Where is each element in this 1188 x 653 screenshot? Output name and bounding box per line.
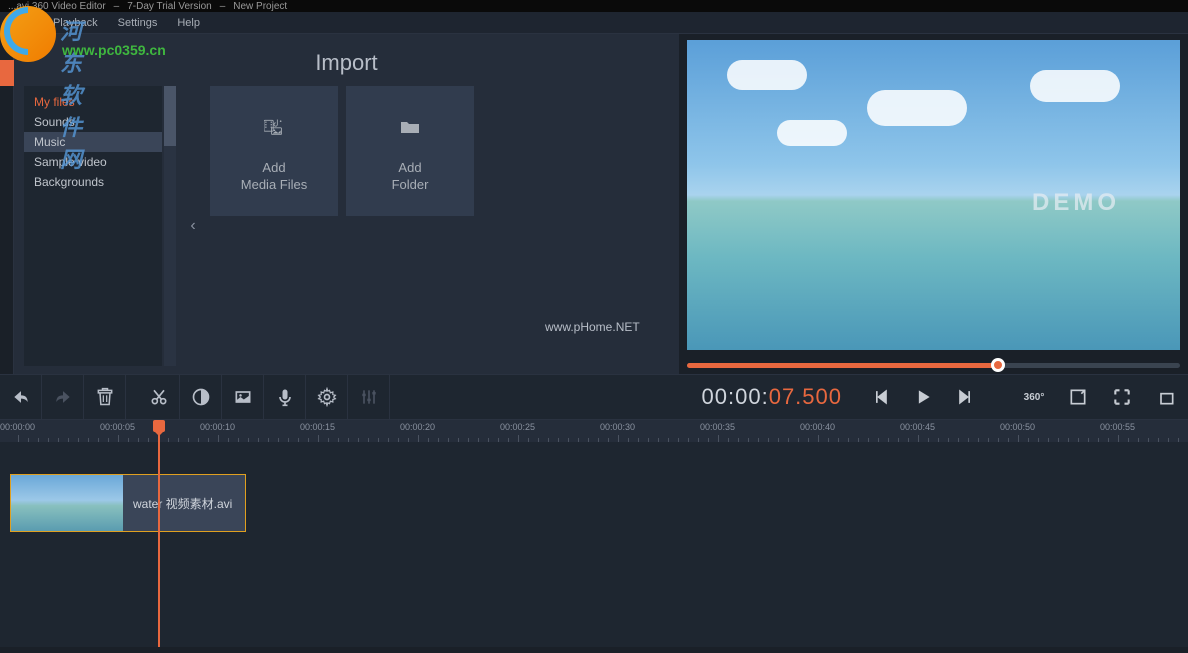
- center-watermark: www.pHome.NET: [545, 320, 640, 334]
- playhead[interactable]: [158, 420, 160, 647]
- demo-watermark: DEMO: [1032, 189, 1120, 217]
- add-folder-tile[interactable]: Add Folder: [346, 86, 474, 216]
- ruler-label: 00:00:50: [1000, 422, 1035, 432]
- ruler-label: 00:00:25: [500, 422, 535, 432]
- clip-name: water 视频素材.avi: [123, 475, 245, 531]
- ruler-label: 00:00:45: [900, 422, 935, 432]
- time-display: 00:00:07.500: [690, 384, 854, 410]
- add-media-files-label: Add Media Files: [241, 160, 307, 194]
- crop-button[interactable]: [222, 375, 264, 419]
- ruler-label: 00:00:10: [200, 422, 235, 432]
- color-adjust-button[interactable]: [180, 375, 222, 419]
- folder-icon: [387, 108, 433, 146]
- title-bar: ...avi 360 Video Editor – 7-Day Trial Ve…: [0, 0, 1188, 12]
- equalizer-button[interactable]: [348, 375, 390, 419]
- category-my-files[interactable]: My files: [24, 92, 162, 112]
- chevron-left-icon: ‹: [190, 217, 195, 235]
- collapse-handle[interactable]: ‹: [186, 86, 200, 366]
- redo-button[interactable]: [42, 375, 84, 419]
- cut-button[interactable]: [138, 375, 180, 419]
- undo-button[interactable]: [0, 375, 42, 419]
- category-sounds[interactable]: Sounds: [24, 112, 162, 132]
- ruler-label: 00:00:40: [800, 422, 835, 432]
- trial-label: 7-Day Trial Version: [127, 1, 211, 12]
- preview-video[interactable]: DEMO: [687, 40, 1180, 350]
- left-toolbar: [0, 34, 14, 374]
- next-button[interactable]: [944, 375, 986, 419]
- category-sample-video[interactable]: Sample video: [24, 152, 162, 172]
- timeline[interactable]: water 视频素材.avi: [0, 442, 1188, 647]
- category-backgrounds[interactable]: Backgrounds: [24, 172, 162, 192]
- add-media-files-tile[interactable]: Add Media Files: [210, 86, 338, 216]
- menu-bar: Edit Playback Settings Help: [0, 12, 1188, 34]
- menu-help[interactable]: Help: [167, 17, 210, 29]
- ruler-label: 00:00:15: [300, 422, 335, 432]
- watermark-site-name: 河东软件网: [60, 14, 82, 174]
- timeline-ruler[interactable]: 00:00:00 00:00:05 00:00:10 00:00:15 00:00:20…: [0, 420, 1188, 442]
- preview-panel: DEMO: [679, 34, 1188, 374]
- expand-button[interactable]: [1056, 375, 1100, 419]
- clip-thumbnail: [11, 475, 123, 531]
- right-tools: 360°: [992, 375, 1188, 419]
- fullscreen-button[interactable]: [1100, 375, 1144, 419]
- progress-thumb[interactable]: [991, 358, 1005, 372]
- ruler-label: 00:00:35: [700, 422, 735, 432]
- watermark-site-url: www.pc0359.cn: [62, 42, 166, 58]
- detach-button[interactable]: [1144, 375, 1188, 419]
- ruler-label: 00:00:30: [600, 422, 635, 432]
- toolbar: 00:00:07.500 360°: [0, 374, 1188, 420]
- progress-bar[interactable]: [687, 363, 1180, 368]
- category-scrollbar[interactable]: [164, 86, 176, 366]
- prev-button[interactable]: [860, 375, 902, 419]
- ruler-label: 00:00:00: [0, 422, 35, 432]
- category-list: My files Sounds Music Sample video Backg…: [24, 86, 162, 366]
- category-music[interactable]: Music: [24, 132, 162, 152]
- delete-button[interactable]: [84, 375, 126, 419]
- ruler-label: 00:00:20: [400, 422, 435, 432]
- settings-button[interactable]: [306, 375, 348, 419]
- play-button[interactable]: [902, 375, 944, 419]
- menu-settings[interactable]: Settings: [108, 17, 168, 29]
- ruler-label: 00:00:55: [1100, 422, 1135, 432]
- media-files-icon: [251, 108, 297, 146]
- ruler-label: 00:00:05: [100, 422, 135, 432]
- time-hms: 00:00:: [702, 384, 769, 410]
- logo-icon: [0, 6, 56, 62]
- time-frac: 07.500: [769, 384, 842, 410]
- 360-button[interactable]: 360°: [1012, 375, 1056, 419]
- project-name: New Project: [233, 1, 287, 12]
- record-audio-button[interactable]: [264, 375, 306, 419]
- play-controls: [854, 375, 992, 419]
- video-clip[interactable]: water 视频素材.avi: [10, 474, 246, 532]
- add-folder-label: Add Folder: [392, 160, 429, 194]
- watermark-logo: 河东软件网 www.pc0359.cn: [0, 6, 56, 67]
